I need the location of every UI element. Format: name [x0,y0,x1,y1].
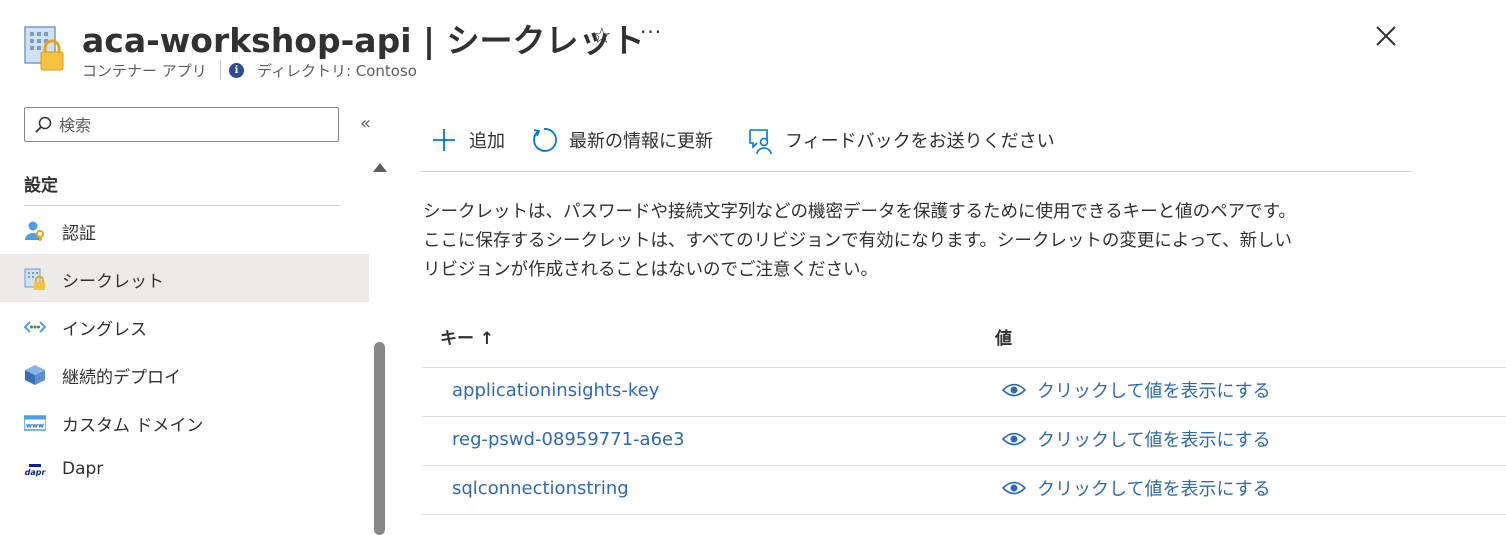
svg-text:www: www [26,422,44,430]
show-value-label: クリックして値を表示にする [1037,381,1271,402]
show-value-label: クリックして値を表示にする [1037,479,1271,500]
show-value-label: クリックして値を表示にする [1037,430,1271,451]
resource-menu: « 設定 認証 シークレット イングレス [0,95,395,535]
secrets-description: シークレットは、パスワードや接続文字列などの機密データを保護するために使用できる… [423,198,1413,285]
info-icon: i [229,63,244,78]
sidebar-item-label: シークレット [62,272,164,292]
domain-icon: www [24,415,46,431]
sidebar-item-label: Dapr [62,459,104,479]
sidebar-item-label: 継続的デプロイ [62,368,181,388]
column-header-value[interactable]: 値 [995,324,1012,349]
dapr-icon: dapr [25,464,46,477]
page-header: aca-workshop-api | シークレット ☆ ··· コンテナー アプ… [0,0,1506,95]
table-header-row: キー ↑ 値 [422,310,1506,368]
auth-icon [25,221,44,241]
table-row: reg-pswd-08959771-a6e3 クリックして値を表示にする [422,417,1506,466]
section-title-settings: 設定 [24,176,58,196]
subtitle-divider [220,60,221,80]
column-header-key[interactable]: キー ↑ [440,324,494,349]
menu-search-box[interactable] [24,107,339,142]
sidebar-item-continuous-deploy[interactable]: 継続的デプロイ [0,350,369,398]
refresh-icon [533,128,557,152]
deploy-icon [25,365,45,385]
sidebar-item-secrets[interactable]: シークレット [0,254,369,302]
refresh-button[interactable]: 最新の情報に更新 [521,123,731,157]
command-bar: 追加 最新の情報に更新 フィードバックをお送りください [421,123,1411,157]
sidebar-item-label: イングレス [62,320,147,340]
add-button[interactable]: 追加 [421,123,521,157]
table-row: applicationinsights-key クリックして値を表示にする [422,368,1506,417]
sidebar-item-ingress[interactable]: イングレス [0,302,369,350]
feedback-button-label: フィードバックをお送りください [785,131,1055,152]
command-bar-divider [421,171,1411,172]
svg-text:dapr: dapr [25,468,46,477]
description-line: リビジョンが作成されることはないのでご注意ください。 [423,260,878,280]
feedback-icon [749,129,772,155]
scrollbar-thumb[interactable] [374,342,385,535]
add-button-label: 追加 [469,131,505,152]
sidebar-item-custom-domain[interactable]: www カスタム ドメイン [0,398,369,446]
eye-icon [1002,383,1026,397]
ingress-icon [24,321,46,333]
favorite-star-icon[interactable]: ☆ [592,24,612,49]
description-line: シークレットは、パスワードや接続文字列などの機密データを保護するために使用できる… [423,202,1296,222]
secrets-resource-icon [24,26,68,72]
more-options-icon[interactable]: ··· [640,20,662,44]
secrets-icon [24,268,45,290]
feedback-button[interactable]: フィードバックをお送りください [737,123,1087,157]
sidebar-item-dapr[interactable]: dapr Dapr [0,446,369,494]
table-row: sqlconnectionstring クリックして値を表示にする [422,466,1506,515]
secret-key-link[interactable]: reg-pswd-08959771-a6e3 [452,429,685,450]
refresh-button-label: 最新の情報に更新 [569,131,713,152]
secrets-table: キー ↑ 値 applicationinsights-key クリックして値を表… [422,310,1506,515]
page-title: aca-workshop-api | シークレット [82,21,645,60]
plus-icon [433,129,455,151]
sidebar-item-label: カスタム ドメイン [62,416,204,436]
search-input[interactable] [59,113,329,137]
close-icon[interactable] [1372,22,1400,50]
scroll-up-arrow-icon[interactable] [373,163,387,172]
secret-key-link[interactable]: sqlconnectionstring [452,478,629,499]
collapse-menu-icon[interactable]: « [360,113,371,134]
sidebar-item-auth[interactable]: 認証 [0,206,369,254]
eye-icon [1002,432,1026,446]
description-line: ここに保存するシークレットは、すべてのリビジョンで有効になります。シークレットの… [423,231,1293,251]
resource-type: コンテナー アプリ [82,62,207,80]
search-icon [35,116,52,133]
eye-icon [1002,481,1026,495]
directory-label: ディレクトリ: Contoso [257,62,417,80]
secret-key-link[interactable]: applicationinsights-key [452,380,659,401]
main-content: 追加 最新の情報に更新 フィードバックをお送りください シークレットは、パスワー… [395,95,1506,535]
sidebar-item-label: 認証 [62,224,96,244]
